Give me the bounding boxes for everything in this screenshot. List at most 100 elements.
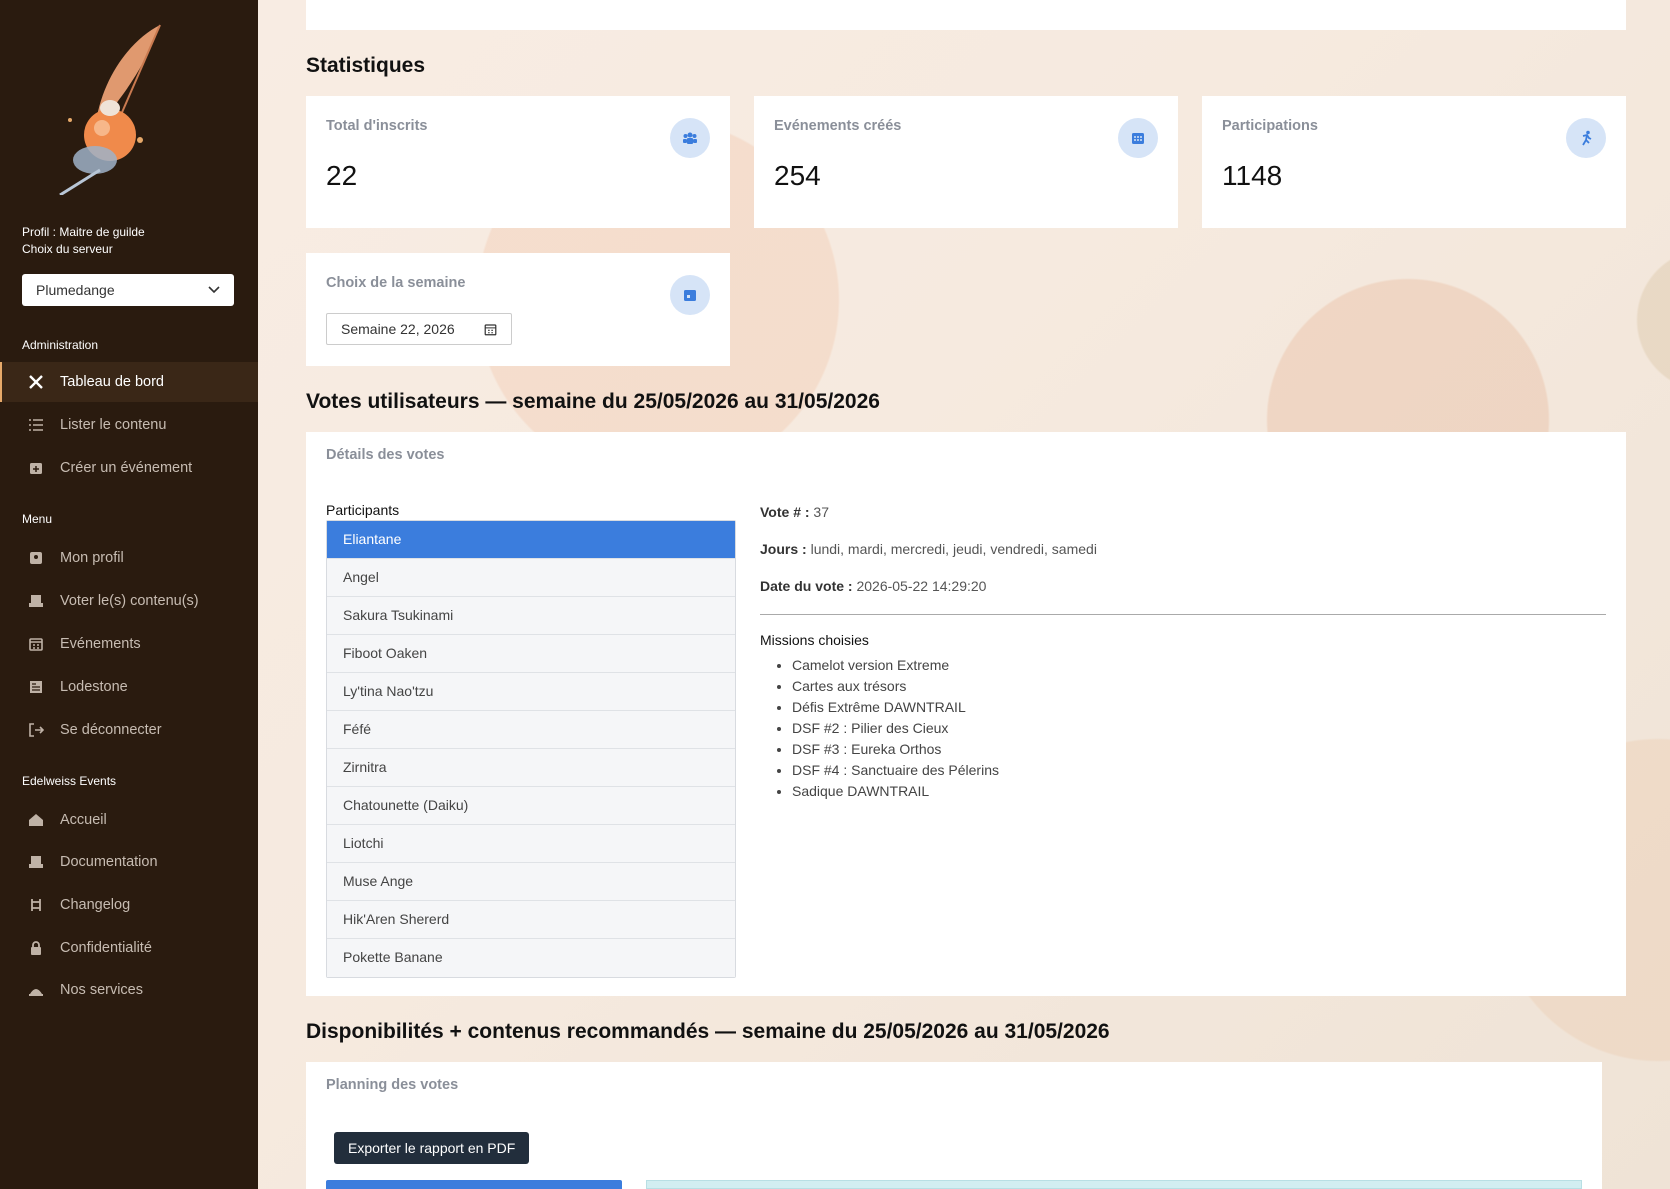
nav-label: Voter le(s) contenu(s) — [60, 593, 199, 609]
newspaper-icon — [28, 679, 44, 695]
mission-item: DSF #4 : Sanctuaire des Pélerins — [792, 762, 999, 783]
nav-label: Changelog — [60, 897, 131, 913]
nav-label: Tableau de bord — [60, 374, 164, 390]
section-menu: Menu — [22, 512, 53, 526]
stat-card-inscrits: Total d'inscrits 22 — [306, 96, 730, 228]
chevron-down-icon — [208, 286, 220, 294]
mission-item: Camelot version Extreme — [792, 657, 999, 678]
nav-label: Documentation — [60, 854, 158, 870]
nav-confidentialite[interactable]: Confidentialité — [0, 928, 258, 968]
mission-item: Défis Extrême DAWNTRAIL — [792, 699, 999, 720]
nav-label: Nos services — [60, 982, 143, 998]
votes-card: Détails des votes Participants Eliantane… — [306, 432, 1626, 996]
stat-title: Participations — [1222, 118, 1318, 134]
participant-item[interactable]: Sakura Tsukinami — [327, 597, 735, 635]
server-label: Choix du serveur — [22, 242, 113, 256]
feather-logo-icon — [59, 24, 161, 195]
list-icon — [28, 417, 44, 433]
week-card: Choix de la semaine Semaine 22, 2026 — [306, 253, 730, 366]
nav-label: Lodestone — [60, 679, 128, 695]
services-icon — [28, 982, 44, 998]
divider — [760, 614, 1606, 615]
stat-title: Total d'inscrits — [326, 118, 428, 134]
running-icon — [1566, 118, 1606, 158]
top-card — [306, 0, 1626, 30]
vote-number-value: 37 — [813, 504, 829, 520]
planning-list-top — [326, 1180, 622, 1189]
week-title: Choix de la semaine — [326, 275, 466, 291]
participant-item[interactable]: Muse Ange — [327, 863, 735, 901]
nav-creer-evenement[interactable]: Créer un événement — [0, 448, 258, 488]
calendar-icon — [484, 323, 497, 335]
vote-days-label: Jours : — [760, 541, 807, 557]
mission-item: DSF #2 : Pilier des Cieux — [792, 720, 999, 741]
stat-card-evenements: Evénements créés 254 — [754, 96, 1178, 228]
nav-documentation[interactable]: Documentation — [0, 842, 258, 882]
vote-date-label: Date du vote : — [760, 578, 853, 594]
calendar-plus-icon — [28, 460, 44, 476]
missions-title: Missions choisies — [760, 632, 869, 648]
participant-item[interactable]: Fiboot Oaken — [327, 635, 735, 673]
nav-se-deconnecter[interactable]: Se déconnecter — [0, 710, 258, 750]
changelog-icon — [28, 897, 44, 913]
nav-label: Mon profil — [60, 550, 124, 566]
vote-days: Jours : lundi, mardi, mercredi, jeudi, v… — [760, 541, 1097, 557]
nav-label: Accueil — [60, 812, 107, 828]
logout-icon — [28, 722, 44, 738]
participant-item[interactable]: Chatounette (Daiku) — [327, 787, 735, 825]
sidebar: Profil : Maitre de guilde Choix du serve… — [0, 0, 258, 1189]
stat-card-participations: Participations 1148 — [1202, 96, 1626, 228]
nav-lister-contenu[interactable]: Lister le contenu — [0, 405, 258, 445]
calendar-icon — [28, 636, 44, 652]
week-value: Semaine 22, 2026 — [341, 321, 455, 337]
participant-item[interactable]: Liotchi — [327, 825, 735, 863]
participant-item[interactable]: Angel — [327, 559, 735, 597]
mission-item: Cartes aux trésors — [792, 678, 999, 699]
missions-list: Camelot version Extreme Cartes aux tréso… — [792, 657, 999, 804]
participant-item[interactable]: Ly'tina Nao'tzu — [327, 673, 735, 711]
server-select[interactable]: Plumedange — [22, 274, 234, 306]
nav-nos-services[interactable]: Nos services — [0, 970, 258, 1010]
participant-item[interactable]: Féfé — [327, 711, 735, 749]
stat-title: Evénements créés — [774, 118, 902, 134]
server-value: Plumedange — [36, 282, 115, 298]
export-pdf-button[interactable]: Exporter le rapport en PDF — [334, 1132, 530, 1164]
planning-card: Planning des votes Exporter le rapport e… — [306, 1062, 1602, 1189]
stat-value: 254 — [774, 160, 821, 191]
nav-accueil[interactable]: Accueil — [0, 800, 258, 840]
vote-icon — [28, 593, 44, 609]
nav-tableau-de-bord[interactable]: Tableau de bord — [0, 362, 258, 402]
vote-days-value: lundi, mardi, mercredi, jeudi, vendredi,… — [810, 541, 1097, 557]
planning-info-panel — [646, 1180, 1582, 1189]
participant-item[interactable]: Eliantane — [327, 521, 735, 559]
participant-item[interactable]: Hik'Aren Shererd — [327, 901, 735, 939]
participant-item[interactable]: Zirnitra — [327, 749, 735, 787]
availability-heading: Disponibilités + contenus recommandés — … — [306, 1020, 1110, 1043]
nav-mon-profil[interactable]: Mon profil — [0, 538, 258, 578]
section-administration: Administration — [22, 338, 99, 352]
section-edelweiss: Edelweiss Events — [22, 774, 117, 788]
nav-label: Lister le contenu — [60, 417, 167, 433]
participants-list: Eliantane Angel Sakura Tsukinami Fiboot … — [326, 520, 736, 978]
user-card-icon — [28, 550, 44, 566]
profile-role: Profil : Maitre de guilde — [22, 225, 145, 239]
calendar-icon — [1118, 118, 1158, 158]
stats-heading: Statistiques — [306, 54, 426, 77]
nav-label: Confidentialité — [60, 940, 152, 956]
book-icon — [28, 854, 44, 870]
vote-number-label: Vote # : — [760, 504, 810, 520]
vote-number: Vote # : 37 — [760, 504, 829, 520]
nav-lodestone[interactable]: Lodestone — [0, 667, 258, 707]
participant-item[interactable]: Pokette Banane — [327, 939, 735, 977]
nav-changelog[interactable]: Changelog — [0, 885, 258, 925]
tools-icon — [28, 374, 44, 390]
stat-value: 1148 — [1222, 160, 1283, 191]
lock-icon — [28, 940, 44, 956]
planning-card-title: Planning des votes — [326, 1077, 459, 1093]
nav-label: Se déconnecter — [60, 722, 162, 738]
nav-voter-contenus[interactable]: Voter le(s) contenu(s) — [0, 581, 258, 621]
users-icon — [670, 118, 710, 158]
vote-date-value: 2026-05-22 14:29:20 — [856, 578, 987, 594]
week-picker[interactable]: Semaine 22, 2026 — [326, 313, 512, 345]
nav-evenements[interactable]: Evénements — [0, 624, 258, 664]
